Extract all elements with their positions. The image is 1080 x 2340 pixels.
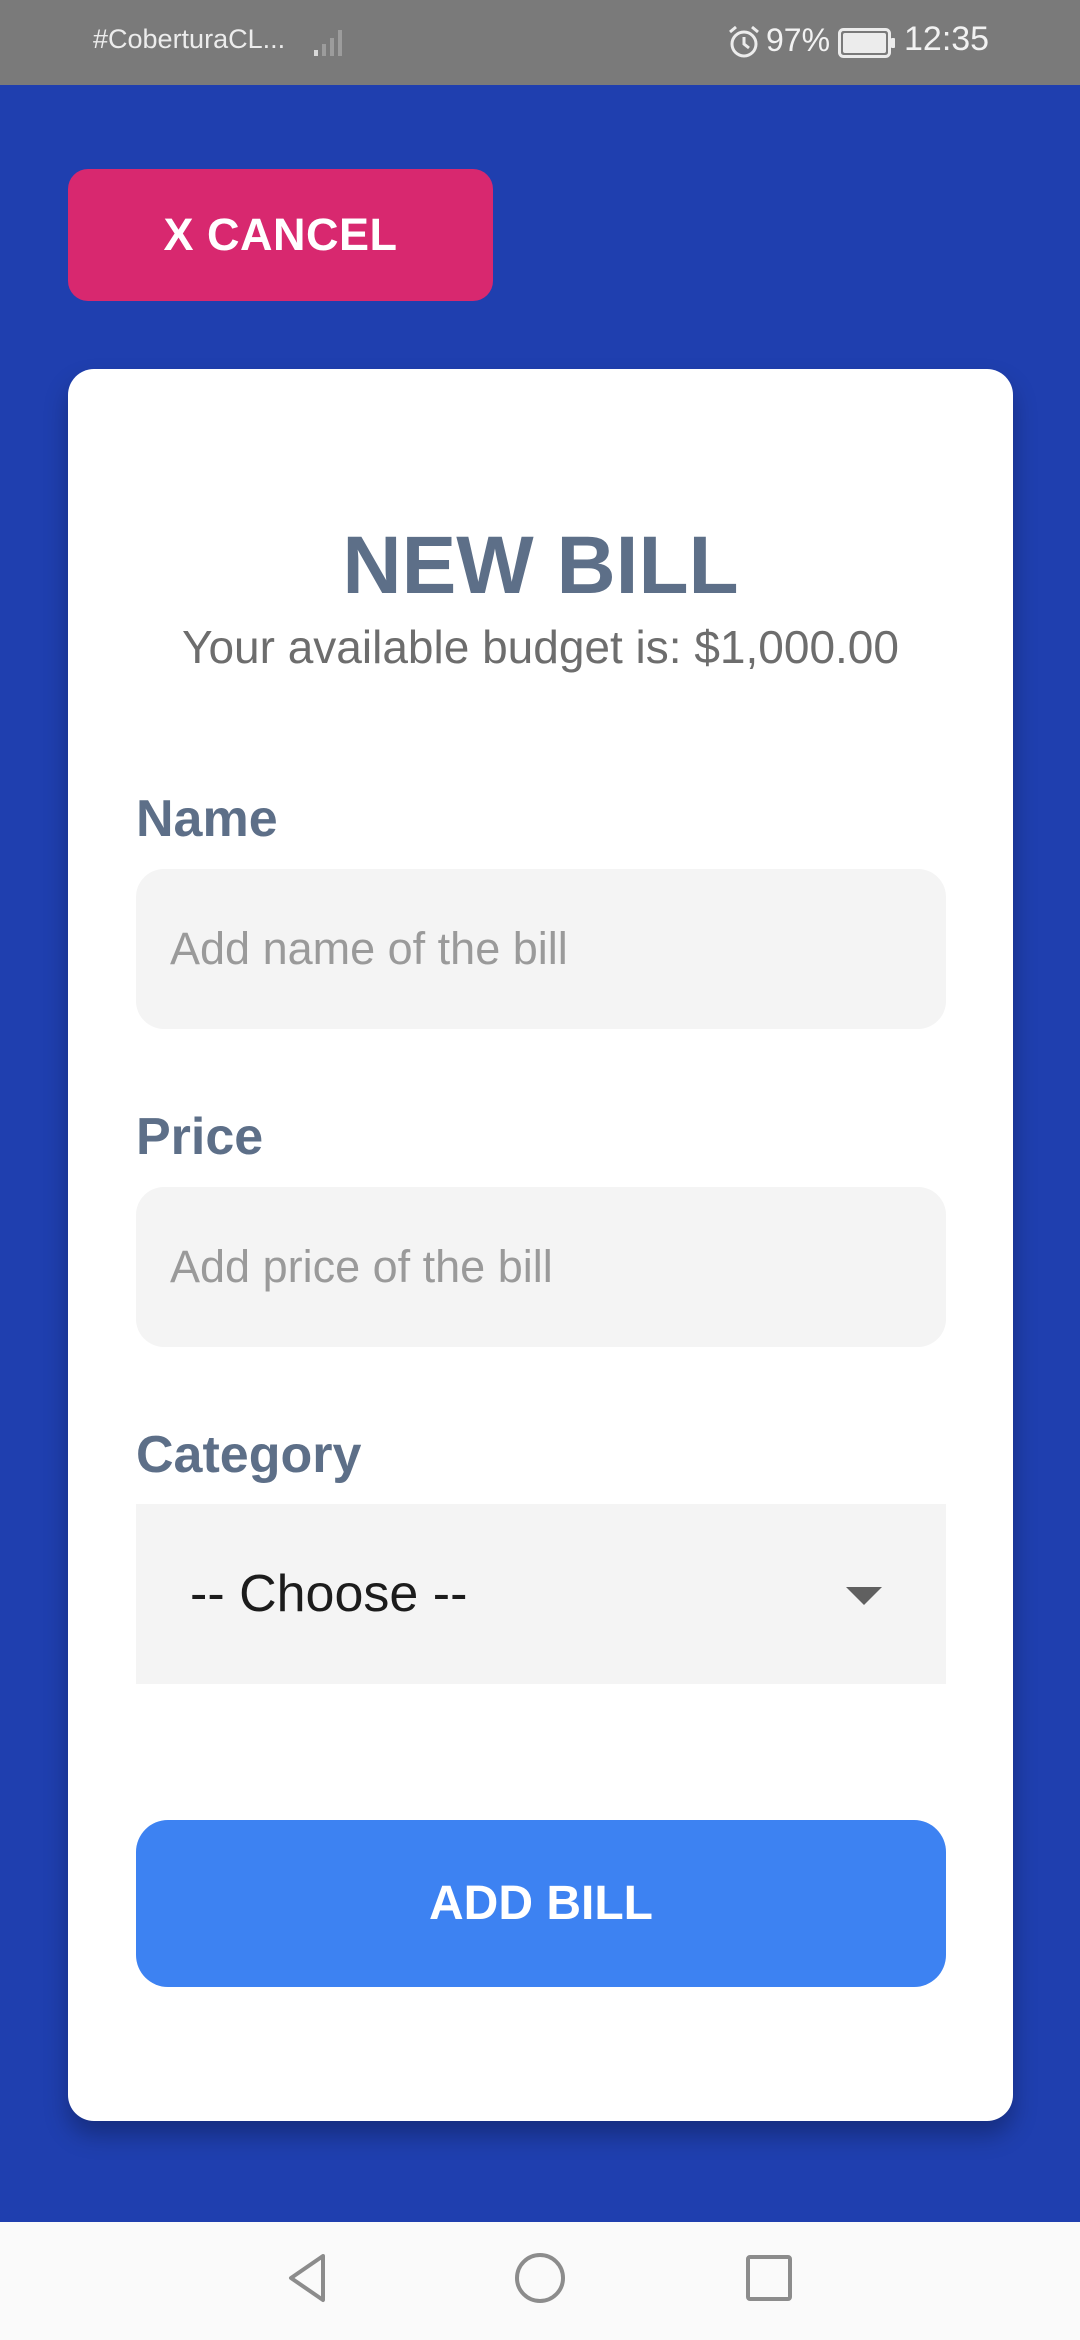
status-bar: #CoberturaCL... 97% 12:35: [0, 0, 1080, 85]
budget-text: Your available budget is: $1,000.00: [182, 621, 899, 673]
battery-percent: 97%: [766, 22, 831, 58]
signal-icon: [314, 30, 342, 56]
name-label: Name: [136, 790, 278, 848]
cancel-button[interactable]: X CANCEL: [68, 169, 493, 301]
add-bill-button[interactable]: ADD BILL: [136, 1820, 946, 1987]
alarm-icon: [729, 25, 759, 58]
home-icon[interactable]: [508, 2246, 572, 2310]
new-bill-card: NEW BILL Your available budget is: $1,00…: [68, 369, 1013, 2121]
price-input[interactable]: Add price of the bill: [136, 1187, 946, 1347]
chevron-down-icon: [846, 1587, 882, 1605]
recents-icon[interactable]: [737, 2246, 801, 2310]
page-title: NEW BILL: [342, 520, 739, 611]
price-label: Price: [136, 1108, 264, 1166]
navigation-bar: [0, 2222, 1080, 2340]
clock-time: 12:35: [904, 20, 990, 58]
back-icon[interactable]: [277, 2246, 341, 2310]
name-input[interactable]: Add name of the bill: [136, 869, 946, 1029]
carrier-text: #CoberturaCL...: [93, 24, 286, 54]
app-screen: #CoberturaCL... 97% 12:35 X CANCEL NEW B…: [0, 0, 1080, 2340]
battery-icon: [838, 28, 895, 58]
category-select[interactable]: -- Choose --: [136, 1504, 946, 1684]
category-selected-value: -- Choose --: [190, 1565, 468, 1623]
category-label: Category: [136, 1426, 362, 1484]
